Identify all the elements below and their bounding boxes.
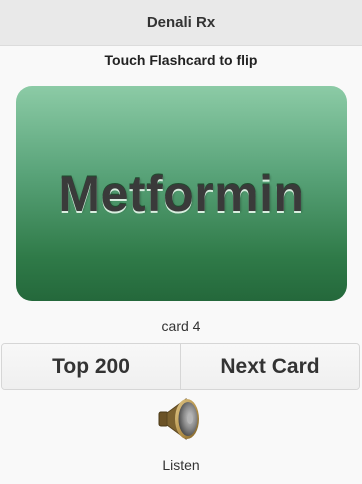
flip-instruction: Touch Flashcard to flip	[104, 52, 258, 68]
button-bar: Top 200 Next Card	[1, 343, 360, 390]
next-card-button[interactable]: Next Card	[180, 344, 359, 389]
listen-label: Listen	[162, 457, 200, 473]
flashcard-word: Metformin	[58, 165, 305, 222]
speaker-icon[interactable]	[156, 394, 206, 444]
top-200-button[interactable]: Top 200	[2, 344, 180, 389]
app-header: Denali Rx	[0, 0, 362, 46]
app-title: Denali Rx	[146, 14, 216, 31]
flashcard[interactable]: Metformin	[16, 86, 347, 301]
card-counter: card 4	[161, 318, 201, 334]
